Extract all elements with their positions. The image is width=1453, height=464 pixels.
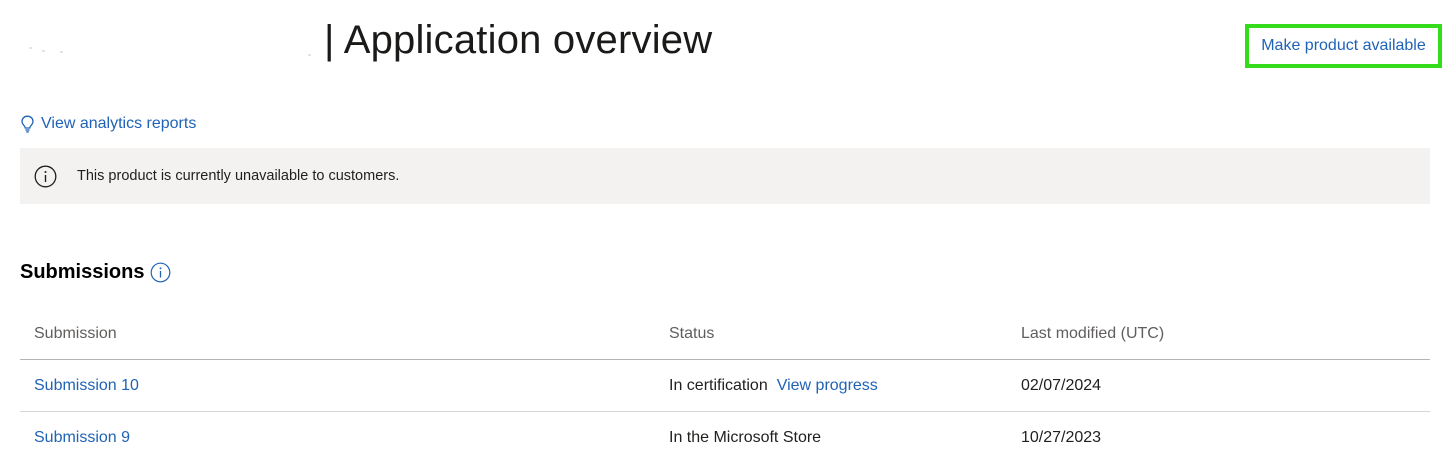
table-header-row: Submission Status Last modified (UTC)	[20, 308, 1430, 360]
view-analytics-link[interactable]: View analytics reports	[20, 113, 196, 135]
last-modified-cell: 10/27/2023	[1021, 429, 1102, 446]
submission-name-cell: Submission 9	[34, 412, 130, 464]
make-available-highlight: Make product available	[1245, 24, 1442, 68]
column-header-submission[interactable]: Submission	[34, 308, 117, 359]
lightbulb-icon	[21, 115, 34, 133]
page-header: | Application overview	[20, 10, 712, 70]
submission-link[interactable]: Submission 9	[34, 429, 130, 447]
status-cell: In the Microsoft Store	[669, 412, 821, 464]
info-icon	[34, 165, 57, 188]
submission-name-cell: Submission 10	[34, 360, 139, 411]
submissions-table: Submission Status Last modified (UTC) Su…	[20, 308, 1430, 464]
redacted-app-name	[20, 20, 320, 60]
table-row: Submission 10 In certification View prog…	[20, 360, 1430, 412]
status-text: In the Microsoft Store	[669, 429, 822, 446]
submissions-heading-row: Submissions	[20, 259, 171, 285]
view-analytics-label: View analytics reports	[41, 115, 197, 132]
banner-message: This product is currently unavailable to…	[77, 168, 400, 184]
submission-link[interactable]: Submission 10	[34, 377, 139, 395]
page-title: | Application overview	[324, 18, 713, 62]
table-row: Submission 9 In the Microsoft Store 10/2…	[20, 412, 1430, 464]
availability-banner: This product is currently unavailable to…	[20, 148, 1430, 204]
view-progress-link[interactable]: View progress	[777, 377, 878, 395]
make-product-available-link[interactable]: Make product available	[1261, 37, 1426, 55]
submissions-heading: Submissions	[20, 260, 145, 283]
column-header-status[interactable]: Status	[669, 308, 714, 359]
status-cell: In certification View progress	[669, 360, 878, 411]
column-header-last-modified[interactable]: Last modified (UTC)	[1021, 308, 1164, 359]
info-icon[interactable]	[150, 262, 171, 283]
last-modified-cell: 02/07/2024	[1021, 376, 1102, 394]
status-text: In certification	[669, 376, 768, 394]
